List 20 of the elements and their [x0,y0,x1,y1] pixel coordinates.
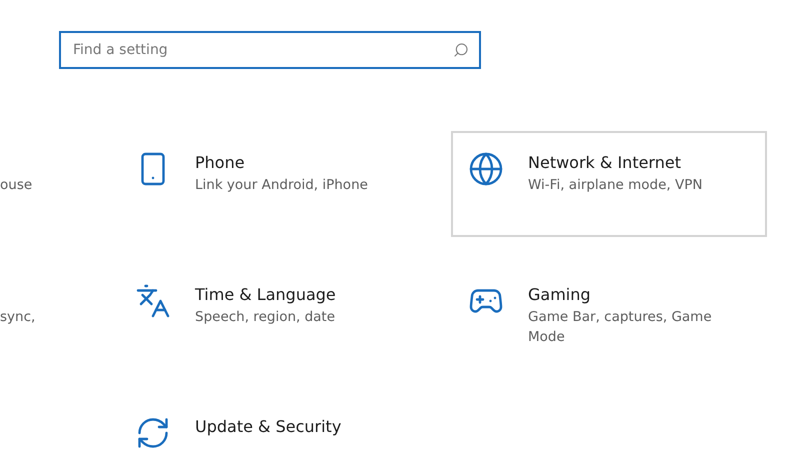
settings-tile[interactable]: Gaming Game Bar, captures, Game Mode [451,263,767,369]
tile-title: Update & Security [195,416,342,438]
tile-title: Gaming [528,284,592,306]
tile-title: Network & Internet [528,152,682,174]
search-icon[interactable] [453,42,469,58]
tile-description: Speech, region, date [195,308,336,327]
settings-tile[interactable]: Update & Security [118,395,438,450]
search-field[interactable]: Find a setting [59,31,481,69]
tile-description: Game Bar, captures, Game Mode [528,308,713,347]
tile-description: ouse [0,176,32,195]
settings-tile[interactable]: Network & Internet Wi-Fi, airplane mode, VPN [451,131,767,237]
tile-title: Time & Language [195,284,336,306]
settings-tile[interactable]: Time & Language Speech, region, date [118,263,438,369]
language-icon [135,283,171,319]
settings-tile[interactable]: Phone Link your Android, iPhone [118,131,438,237]
globe-icon [468,151,504,187]
tile-title: Phone [195,152,246,174]
tile-description: Link your Android, iPhone [195,176,368,195]
tile-description: sync, [0,308,36,327]
tile-description: Wi-Fi, airplane mode, VPN [528,176,702,195]
